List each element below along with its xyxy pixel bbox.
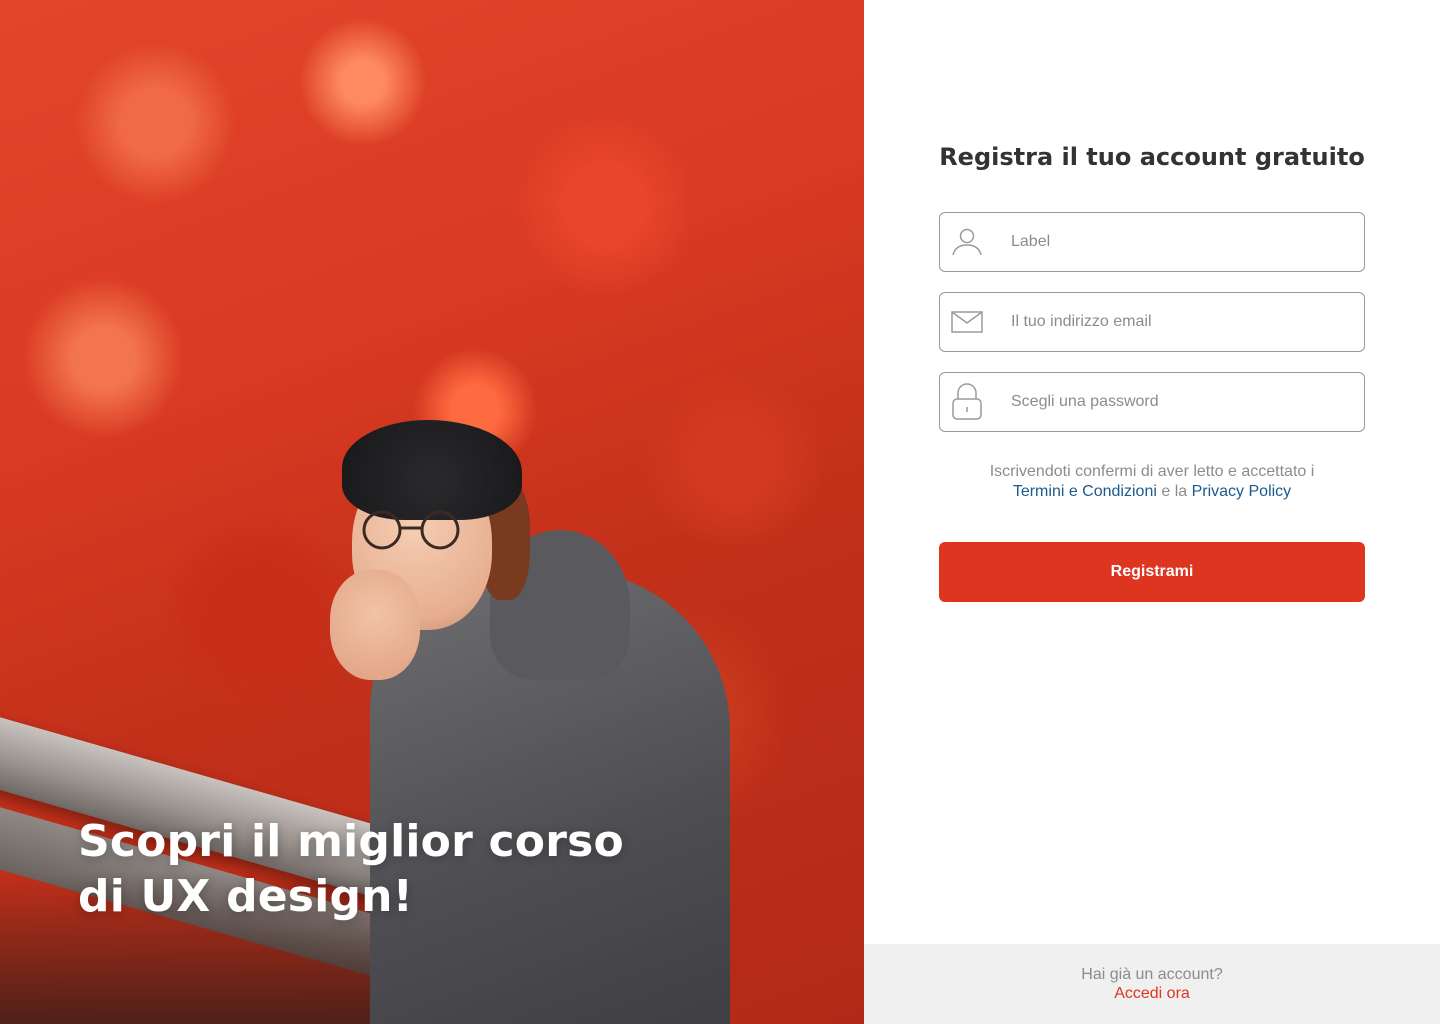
name-field[interactable] xyxy=(939,212,1365,272)
signup-panel: Registra il tuo account gratuito Label I… xyxy=(864,0,1440,1024)
person-hat xyxy=(342,420,522,520)
privacy-link[interactable]: Privacy Policy xyxy=(1192,483,1292,500)
signup-form: Registra il tuo account gratuito Label I… xyxy=(939,140,1365,602)
terms-link[interactable]: Termini e Condizioni xyxy=(1013,483,1157,500)
register-button[interactable]: Registrami xyxy=(939,542,1365,602)
person-hands xyxy=(330,570,420,680)
email-input[interactable] xyxy=(1009,312,1343,332)
login-link[interactable]: Accedi ora xyxy=(1114,984,1190,1003)
hero-person xyxy=(330,420,750,1024)
user-icon xyxy=(950,225,984,259)
terms-connector: e la xyxy=(1161,483,1188,500)
password-input[interactable] xyxy=(1009,392,1343,412)
envelope-icon xyxy=(950,305,984,339)
terms-notice: Iscrivendoti confermi di aver letto e ac… xyxy=(939,462,1365,502)
password-field[interactable] xyxy=(939,372,1365,432)
hero-headline: Scopri il miglior corso di UX design! xyxy=(78,814,624,924)
email-field[interactable] xyxy=(939,292,1365,352)
signup-page: Scopri il miglior corso di UX design! Re… xyxy=(0,0,1440,1024)
form-title: Registra il tuo account gratuito xyxy=(939,143,1365,171)
hero-headline-line2: di UX design! xyxy=(78,871,413,922)
hero-headline-line1: Scopri il miglior corso xyxy=(78,816,624,867)
name-input[interactable] xyxy=(1009,232,1343,252)
login-question: Hai già un account? xyxy=(1081,966,1223,983)
terms-prefix: Iscrivendoti confermi di aver letto e ac… xyxy=(989,463,1315,480)
hero-image: Scopri il miglior corso di UX design! xyxy=(0,0,864,1024)
lock-icon xyxy=(950,383,984,420)
glasses-icon xyxy=(362,510,460,550)
login-footer: Hai già un account? Accedi ora xyxy=(864,944,1440,1024)
